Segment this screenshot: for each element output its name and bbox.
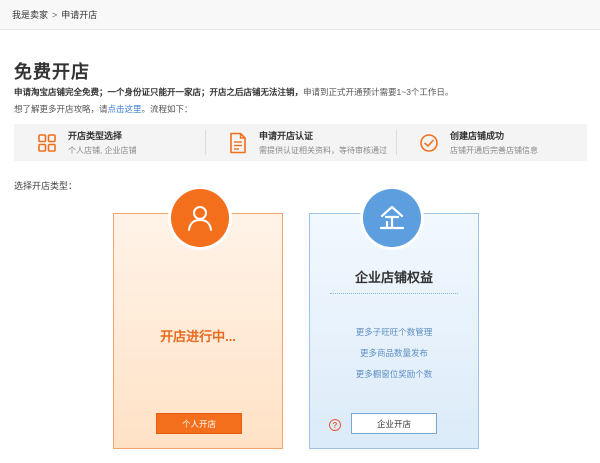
guide-prefix: 想了解更多开店攻略，请 [14, 104, 108, 114]
step-title: 开店类型选择 [68, 131, 123, 141]
benefit-item: 更多子旺旺个数管理 [355, 327, 433, 337]
personal-store-button[interactable]: 个人开店 [156, 413, 242, 434]
breadcrumb-seller-link[interactable]: 我是卖家 [12, 8, 48, 21]
page-title: 免费开店 [14, 62, 90, 82]
breadcrumb-current: 申请开店 [61, 10, 98, 20]
step-subtitle: 店铺开通后完善店铺信息 [450, 146, 538, 155]
step-subtitle: 个人店铺, 企业店铺 [68, 146, 137, 155]
breadcrumb-separator: > [52, 9, 58, 20]
help-icon[interactable]: ? [329, 419, 341, 431]
step-store-created: 创建店铺成功 店铺开通后完善店铺信息 [396, 124, 587, 161]
personal-status-text: 开店进行中... [160, 329, 236, 344]
document-icon [227, 132, 249, 154]
page-description: 申请淘宝店铺完全免费；一个身份证只能开一家店；开店之后店铺无法注销，申请到正式开… [14, 86, 453, 98]
enterprise-store-button[interactable]: 企业开店 [351, 413, 437, 434]
step-title: 申请开店认证 [259, 131, 314, 141]
benefit-item: 更多商品数量发布 [359, 348, 428, 358]
description-timing: 申请到正式开通预计需要1~3个工作日。 [303, 87, 454, 97]
guide-suffix: 。流程如下： [141, 104, 193, 114]
enterprise-benefits-list: 更多子旺旺个数管理 更多商品数量发布 更多橱窗位奖励个数 [310, 326, 478, 389]
step-choose-type: 开店类型选择 个人店铺, 企业店铺 [14, 124, 205, 161]
choose-type-label: 选择开店类型： [14, 181, 78, 191]
description-rules: 申请淘宝店铺完全免费；一个身份证只能开一家店；开店之后店铺无法注销， [14, 87, 304, 97]
personal-store-card: 开店进行中... 个人开店 [113, 213, 283, 449]
person-icon [171, 189, 229, 247]
grid-icon [36, 132, 58, 154]
benefit-item: 更多橱窗位奖励个数 [355, 369, 433, 379]
enterprise-store-card: 企业店铺权益 更多子旺旺个数管理 更多商品数量发布 更多橱窗位奖励个数 ? 企业… [309, 213, 479, 449]
step-subtitle: 需提供认证相关资料，等待审核通过 [259, 146, 387, 155]
guide-link[interactable]: 点击这里 [108, 104, 142, 114]
check-circle-icon [418, 132, 440, 154]
step-certification: 申请开店认证 需提供认证相关资料，等待审核通过 [205, 124, 396, 161]
step-title: 创建店铺成功 [450, 131, 505, 141]
guide-text: 想了解更多开店攻略，请点击这里。流程如下： [14, 103, 193, 115]
enterprise-benefits-title: 企业店铺权益 [354, 270, 433, 285]
divider [330, 293, 458, 294]
enterprise-icon [363, 189, 421, 247]
breadcrumb: 我是卖家 > 申请开店 [0, 0, 600, 30]
process-steps: 开店类型选择 个人店铺, 企业店铺 申请开店认证 需提供认证相关资料，等待审核通… [14, 124, 587, 161]
